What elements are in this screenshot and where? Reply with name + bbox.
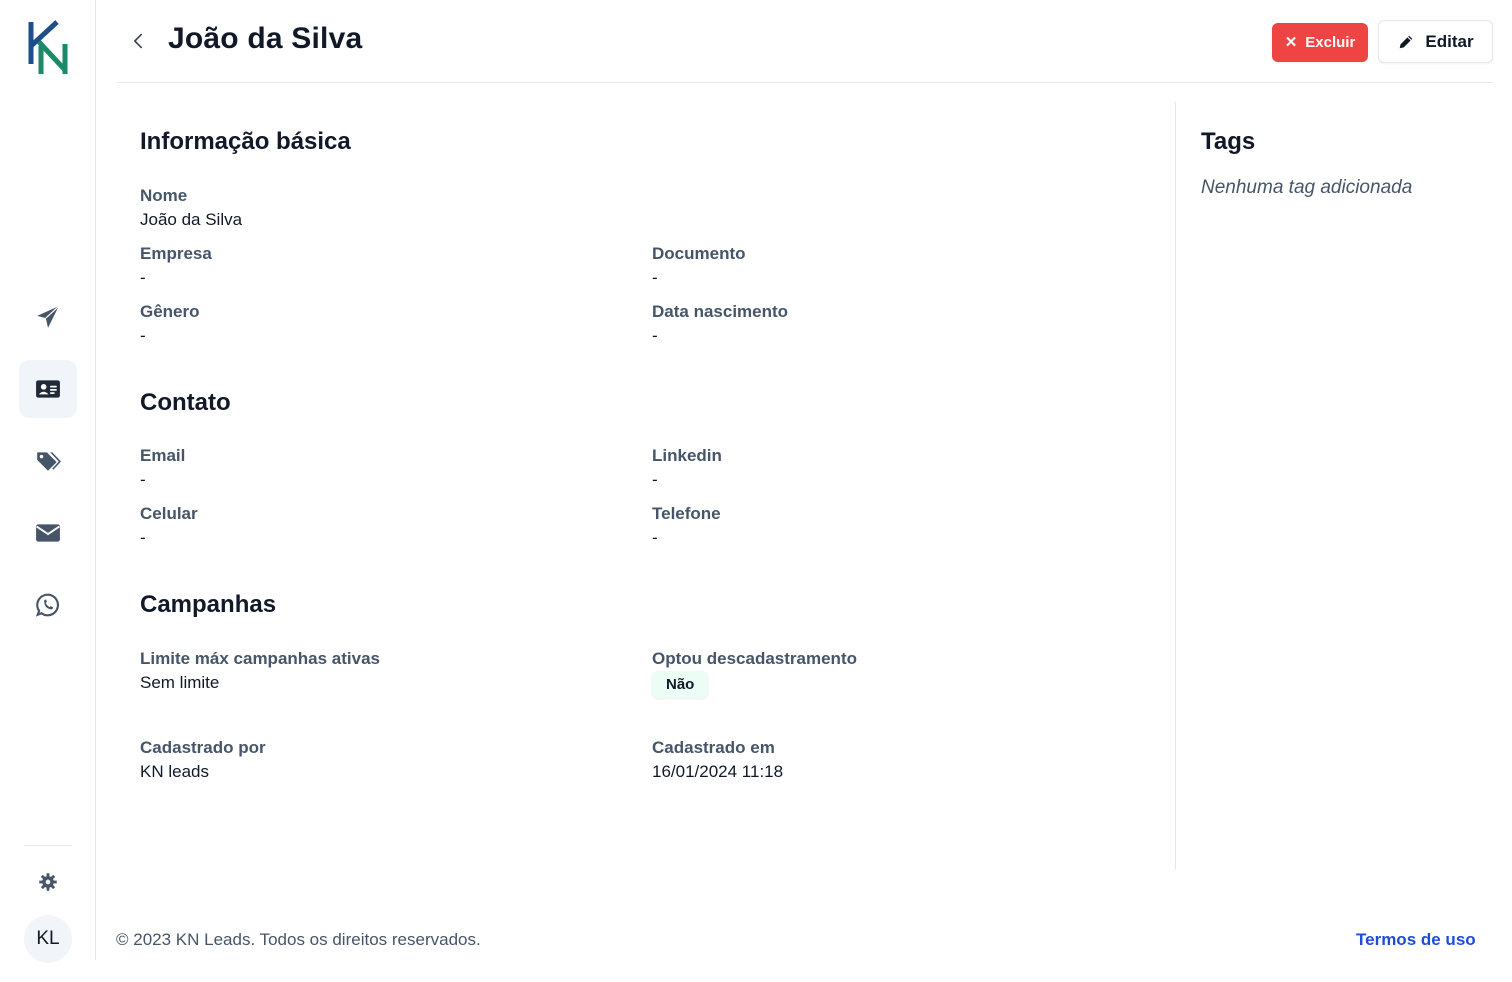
- paper-plane-icon: [37, 305, 60, 328]
- field-value-limite-campanhas: Sem limite: [140, 673, 220, 692]
- settings-button[interactable]: [34, 868, 62, 896]
- field-label-telefone: Telefone: [652, 504, 721, 523]
- terms-link[interactable]: Termos de uso: [1356, 930, 1476, 950]
- field-value-linkedin: -: [652, 470, 658, 489]
- field-value-documento: -: [652, 268, 658, 287]
- field-label-documento: Documento: [652, 244, 746, 263]
- close-icon: ✕: [1284, 34, 1298, 51]
- field-value-empresa: -: [140, 268, 146, 287]
- field-label-cadastrado-em: Cadastrado em: [652, 738, 775, 757]
- field-label-nome: Nome: [140, 186, 188, 205]
- field-value-email: -: [140, 470, 146, 489]
- tags-icon: [37, 452, 61, 471]
- footer-copyright: © 2023 KN Leads. Todos os direitos reser…: [116, 930, 481, 949]
- field-label-celular: Celular: [140, 504, 198, 523]
- id-card-icon: [36, 380, 60, 398]
- sidebar-item-tags[interactable]: [19, 432, 77, 490]
- chevron-left-icon: [133, 33, 142, 49]
- delete-button[interactable]: ✕ Excluir: [1272, 23, 1368, 62]
- delete-button-label: Excluir: [1305, 34, 1356, 51]
- field-label-data-nascimento: Data nascimento: [652, 302, 789, 321]
- pencil-icon: [1400, 35, 1413, 48]
- field-label-cadastrado-por: Cadastrado por: [140, 738, 266, 757]
- field-value-genero: -: [140, 326, 146, 345]
- page-title: João da Silva: [168, 22, 363, 55]
- envelope-icon: [36, 524, 60, 542]
- tags-empty-message: Nenhuma tag adicionada: [1201, 177, 1413, 198]
- section-title-campanhas: Campanhas: [140, 591, 277, 618]
- sidebar-item-campaigns[interactable]: [19, 288, 77, 346]
- field-value-cadastrado-em: 16/01/2024 11:18: [652, 762, 784, 781]
- back-button[interactable]: [128, 28, 148, 54]
- sidebar-item-whatsapp[interactable]: [19, 576, 77, 634]
- field-value-nome: João da Silva: [140, 210, 243, 229]
- kn-logo[interactable]: [27, 20, 69, 76]
- whatsapp-icon: [35, 593, 60, 617]
- edit-button[interactable]: Editar: [1378, 20, 1493, 63]
- field-label-limite-campanhas: Limite máx campanhas ativas: [140, 649, 381, 668]
- sidebar-item-contacts[interactable]: [19, 360, 77, 418]
- field-label-genero: Gênero: [140, 302, 200, 321]
- panel-divider: [1175, 102, 1176, 870]
- field-value-data-nascimento: -: [652, 326, 658, 345]
- sidebar-item-email[interactable]: [19, 504, 77, 562]
- sidebar: KL: [0, 0, 96, 963]
- section-title-contato: Contato: [140, 389, 231, 416]
- edit-button-label: Editar: [1425, 31, 1474, 51]
- status-badge: Não: [652, 671, 709, 698]
- sidebar-divider: [24, 845, 72, 846]
- field-label-empresa: Empresa: [140, 244, 212, 263]
- field-label-email: Email: [140, 446, 186, 465]
- section-title-basic-info: Informação básica: [140, 128, 351, 155]
- field-label-linkedin: Linkedin: [652, 446, 722, 465]
- field-value-cadastrado-por: KN leads: [140, 762, 209, 781]
- page-header: João da Silva ✕ Excluir Editar: [116, 0, 1493, 83]
- tags-title: Tags: [1201, 128, 1256, 155]
- field-label-optou-descadastramento: Optou descadastramento: [652, 649, 857, 668]
- field-value-telefone: -: [652, 528, 658, 547]
- field-value-celular: -: [140, 528, 146, 547]
- avatar[interactable]: KL: [24, 915, 72, 963]
- gear-icon: [39, 873, 57, 891]
